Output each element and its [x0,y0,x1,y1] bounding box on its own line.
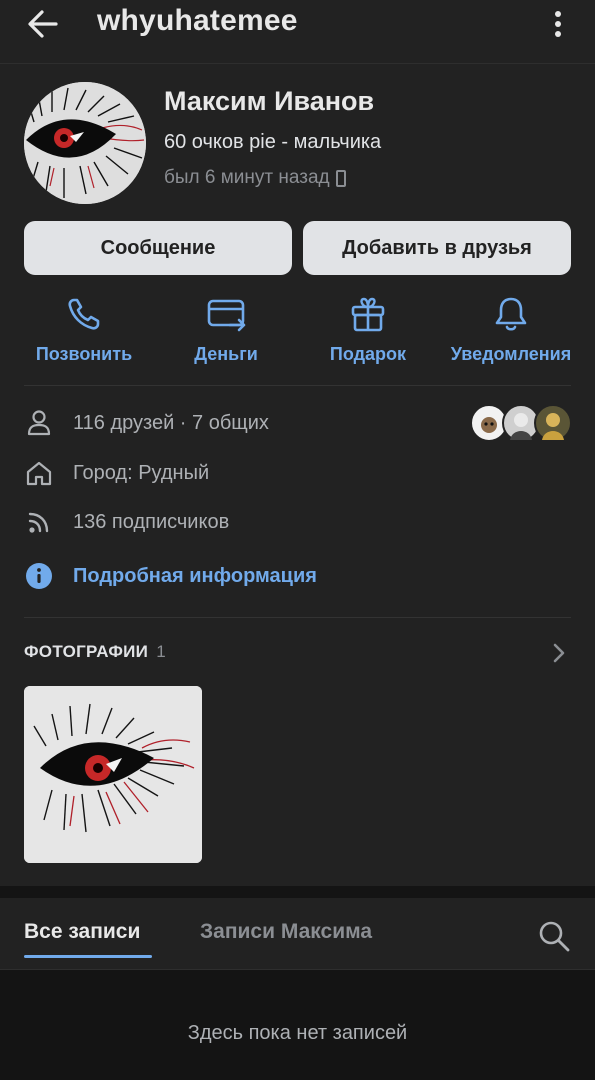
city-text: Город: Рудный [73,461,210,484]
notifications-label: Уведомления [450,344,572,364]
gift-icon [351,297,385,332]
friends-count: 116 друзей · 7 общих [73,411,269,434]
friend-avatar [534,404,572,442]
avatar[interactable] [24,82,146,204]
city-row: Город: Рудный [24,458,209,488]
last-seen-text: был 6 минут назад [164,167,330,188]
profile-status: 60 очков pie - мальчика [164,131,382,153]
gift-action[interactable]: Подарок [298,292,438,365]
divider [24,617,571,618]
wall-tabs: Все записи Записи Максима [0,898,595,970]
details-link[interactable]: Подробная информация [24,561,317,591]
tab-all-posts[interactable]: Все записи [24,920,140,944]
divider [24,385,571,386]
photos-section-title[interactable]: ФОТОГРАФИИ 1 [24,642,166,662]
money-transfer-icon [207,299,246,332]
photos-count: 1 [156,642,166,661]
money-label: Деньги [194,344,258,364]
mobile-phone-icon [335,169,346,187]
message-button[interactable]: Сообщение [24,221,292,275]
mutual-friends-avatars[interactable] [470,404,572,442]
money-action[interactable]: Деньги [156,292,296,365]
active-tab-indicator [24,955,152,958]
more-vertical-icon[interactable] [540,6,576,42]
chevron-right-icon[interactable] [548,640,570,666]
details-link-text: Подробная информация [73,564,317,587]
home-icon [26,461,52,486]
top-bar: whyuhatemee [0,0,595,64]
profile-name: Максим Иванов [164,86,375,116]
friends-row[interactable]: 116 друзей · 7 общих [24,408,269,438]
gift-label: Подарок [329,344,407,364]
screen-title: whyuhatemee [97,4,298,37]
rss-icon [28,512,49,533]
empty-wall-message: Здесь пока нет записей [187,1022,408,1044]
search-icon[interactable] [536,918,572,954]
photos-title: ФОТОГРАФИИ [24,642,149,661]
notifications-action[interactable]: Уведомления [441,292,581,365]
arrow-left-icon[interactable] [24,6,64,42]
call-action[interactable]: Позвонить [14,292,154,365]
tab-owner-posts[interactable]: Записи Максима [200,920,372,944]
last-seen: был 6 минут назад [164,167,346,189]
followers-row[interactable]: 136 подписчиков [24,507,229,537]
add-friend-button[interactable]: Добавить в друзья [303,221,571,275]
call-label: Позвонить [35,344,133,364]
photo-thumbnail[interactable] [24,686,202,863]
info-icon [26,563,52,589]
phone-icon [68,298,100,330]
bell-icon [495,297,527,331]
user-icon [27,410,51,436]
followers-count: 136 подписчиков [73,510,230,533]
